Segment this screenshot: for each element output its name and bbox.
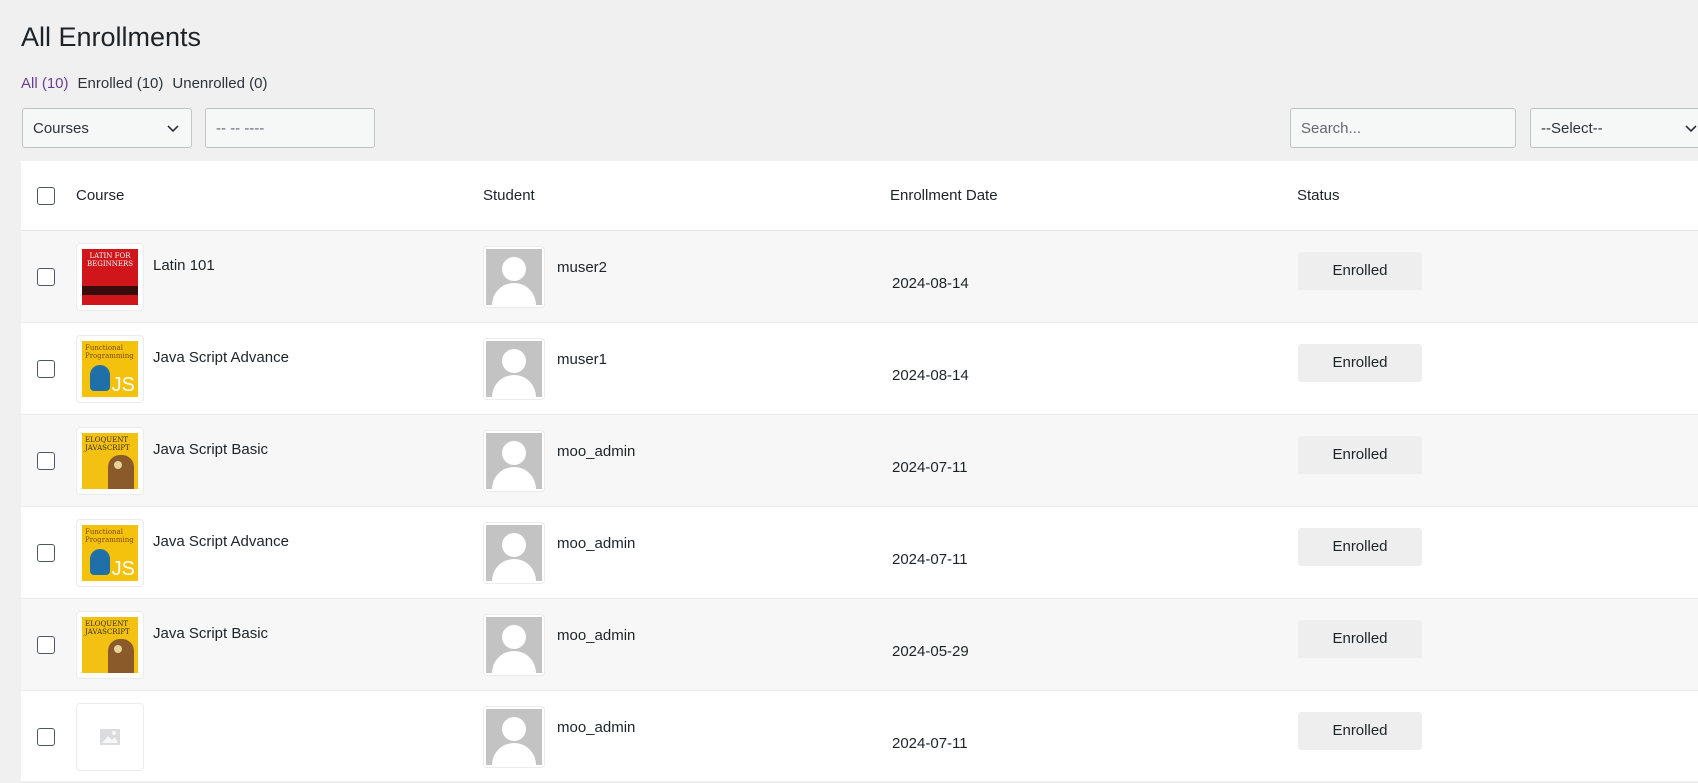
avatar	[483, 705, 545, 768]
view-enrolled-link[interactable]: Enrolled (10)	[78, 75, 164, 92]
avatar	[483, 429, 545, 492]
row-checkbox[interactable]	[37, 359, 55, 378]
course-name[interactable]: Java Script Basic	[153, 441, 268, 458]
course-thumbnail[interactable]: Functional Programming JS	[76, 334, 144, 403]
chevron-down-icon	[1685, 125, 1697, 133]
course-thumbnail[interactable]: LATIN FOR BEGINNERS	[76, 242, 144, 311]
book-cover-image: Functional Programming JS	[82, 340, 138, 397]
user-avatar-icon	[486, 432, 542, 489]
page-title: All Enrollments	[21, 22, 202, 52]
table-row: LATIN FOR BEGINNERS Latin 101 muser2 202…	[21, 231, 1698, 323]
enrollment-date: 2024-08-14	[892, 275, 969, 292]
course-thumbnail[interactable]: ELOQUENT JAVASCRIPT	[76, 610, 144, 679]
course-filter-select[interactable]: Courses	[22, 108, 192, 148]
column-header-course[interactable]: Course	[76, 187, 483, 204]
user-avatar-icon	[486, 248, 542, 305]
student-name[interactable]: muser1	[557, 351, 607, 368]
column-header-student[interactable]: Student	[483, 187, 890, 204]
column-header-status[interactable]: Status	[1297, 187, 1698, 204]
avatar	[483, 337, 545, 400]
avatar	[483, 613, 545, 676]
course-name[interactable]: Latin 101	[153, 257, 215, 274]
table-row: ELOQUENT JAVASCRIPT Java Script Basic mo…	[21, 415, 1698, 507]
book-cover-image: ELOQUENT JAVASCRIPT	[82, 432, 138, 489]
course-name[interactable]: Java Script Advance	[153, 349, 289, 366]
avatar	[483, 521, 545, 584]
status-filter-value: --Select--	[1541, 119, 1603, 137]
search-input[interactable]: Search...	[1290, 108, 1516, 148]
view-all-link[interactable]: All (10)	[21, 75, 69, 92]
user-avatar-icon	[486, 340, 542, 397]
student-name[interactable]: moo_admin	[557, 443, 635, 460]
date-filter-input[interactable]: -- -- ----	[205, 108, 375, 148]
enrollments-table: Course Student Enrollment Date Status LA…	[21, 161, 1698, 783]
table-row: ELOQUENT JAVASCRIPT Java Script Basic mo…	[21, 599, 1698, 691]
status-filter-select[interactable]: --Select--	[1530, 108, 1698, 148]
enrollment-date: 2024-07-11	[892, 551, 968, 568]
status-badge: Enrolled	[1298, 435, 1422, 474]
user-avatar-icon	[486, 616, 542, 673]
student-name[interactable]: moo_admin	[557, 627, 635, 644]
table-row: Functional Programming JS Java Script Adv…	[21, 507, 1698, 599]
status-badge: Enrolled	[1298, 343, 1422, 382]
status-badge: Enrolled	[1298, 251, 1422, 290]
course-filter-value: Courses	[33, 119, 89, 137]
image-placeholder-icon	[100, 728, 120, 745]
course-thumbnail[interactable]: ELOQUENT JAVASCRIPT	[76, 426, 144, 495]
book-cover-image: ELOQUENT JAVASCRIPT	[82, 616, 138, 673]
select-all-checkbox[interactable]	[37, 186, 55, 205]
course-thumbnail[interactable]: Functional Programming JS	[76, 518, 144, 587]
status-badge: Enrolled	[1298, 619, 1422, 658]
row-checkbox[interactable]	[37, 543, 55, 562]
view-filters: All (10) Enrolled (10) Unenrolled (0)	[21, 75, 267, 92]
enrollment-date: 2024-08-14	[892, 367, 969, 384]
table-row: Functional Programming JS Java Script Adv…	[21, 323, 1698, 415]
avatar	[483, 245, 545, 308]
user-avatar-icon	[486, 524, 542, 581]
student-name[interactable]: moo_admin	[557, 719, 635, 736]
course-thumbnail[interactable]	[76, 702, 144, 771]
view-unenrolled-link[interactable]: Unenrolled (0)	[172, 75, 267, 92]
table-header: Course Student Enrollment Date Status	[21, 161, 1698, 231]
row-checkbox[interactable]	[37, 635, 55, 654]
column-header-enrollment-date[interactable]: Enrollment Date	[890, 187, 1297, 204]
enrollment-date: 2024-07-11	[892, 459, 968, 476]
book-cover-image: LATIN FOR BEGINNERS	[82, 248, 138, 305]
course-name[interactable]: Java Script Basic	[153, 625, 268, 642]
row-checkbox[interactable]	[37, 727, 55, 746]
enrollment-date: 2024-05-29	[892, 643, 969, 660]
enrollment-date: 2024-07-11	[892, 735, 968, 752]
user-avatar-icon	[486, 708, 542, 765]
row-checkbox[interactable]	[37, 267, 55, 286]
course-name[interactable]: Java Script Advance	[153, 533, 289, 550]
student-name[interactable]: moo_admin	[557, 535, 635, 552]
student-name[interactable]: muser2	[557, 259, 607, 276]
row-checkbox[interactable]	[37, 451, 55, 470]
chevron-down-icon	[167, 125, 179, 133]
status-badge: Enrolled	[1298, 711, 1422, 750]
table-row: moo_admin 2024-07-11 Enrolled	[21, 691, 1698, 783]
book-cover-image: Functional Programming JS	[82, 524, 138, 581]
status-badge: Enrolled	[1298, 527, 1422, 566]
